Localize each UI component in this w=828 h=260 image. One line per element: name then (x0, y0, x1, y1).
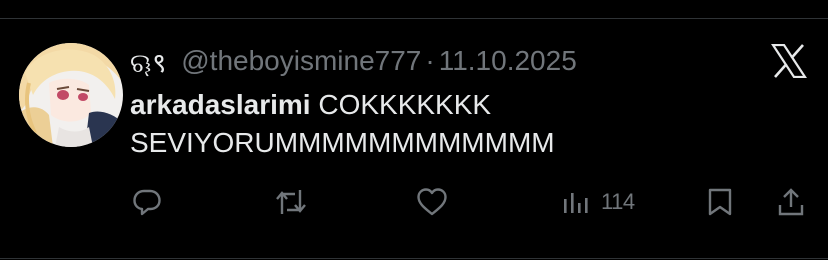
user-handle[interactable]: @theboyismine777 (181, 45, 421, 77)
display-name[interactable]: ୠ९ (130, 43, 167, 80)
heart-icon (417, 188, 447, 216)
retweet-icon (276, 190, 306, 214)
views-bar-chart-icon (564, 193, 588, 213)
x-logo-icon[interactable] (770, 43, 808, 79)
tweet-header: ୠ९ @theboyismine777 · 11.10.2025 (130, 42, 577, 80)
separator-dot: · (425, 45, 435, 76)
retweet-button[interactable] (275, 180, 307, 224)
top-divider (0, 18, 828, 19)
avatar[interactable] (19, 43, 123, 147)
bottom-divider (0, 258, 828, 259)
share-button[interactable] (777, 180, 805, 224)
bookmark-button[interactable] (707, 180, 733, 224)
share-icon (778, 188, 804, 216)
bookmark-icon (708, 188, 732, 216)
reply-button[interactable] (132, 180, 162, 224)
like-button[interactable] (416, 180, 448, 224)
timestamp[interactable]: 11.10.2025 (439, 45, 577, 77)
avatar-image (19, 43, 123, 147)
views-count: 114 (601, 189, 635, 214)
views-button[interactable]: 114 (563, 180, 635, 224)
tweet-text: arkadaslarimi COKKKKKKK SEVIYORUMMMMMMMM… (130, 86, 810, 162)
mention-text[interactable]: arkadaslarimi (130, 89, 311, 120)
reply-icon (133, 189, 161, 216)
action-bar: 114 (0, 180, 828, 224)
